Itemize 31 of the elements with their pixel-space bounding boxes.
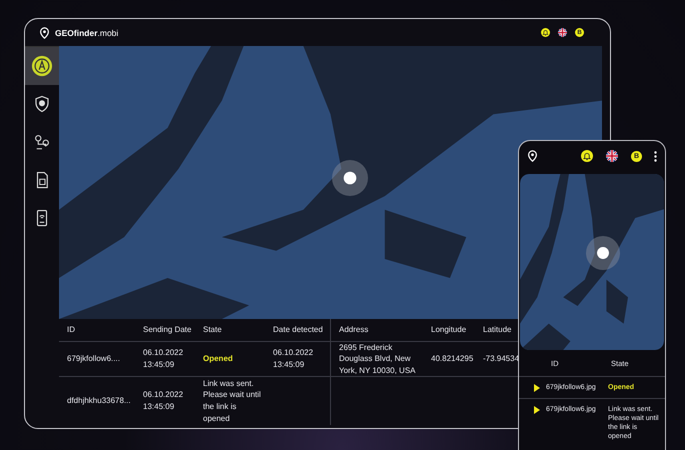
table-cell: 06.10.2022 13:45:09	[265, 342, 331, 377]
state-text: Opened	[195, 342, 265, 377]
column-header: Longitude	[423, 319, 475, 342]
table-cell: 679jkfollow6....	[59, 342, 135, 377]
table-cell-text: 06.10.2022 13:45:09	[142, 389, 184, 413]
column-header: Date detected	[265, 319, 331, 342]
uk-flag-icon[interactable]	[558, 28, 567, 37]
table-cell: 40.8214295	[423, 342, 475, 377]
notification-bell-icon[interactable]	[541, 28, 550, 37]
column-header: Sending Date	[135, 319, 195, 342]
table-cell: 2695 Frederick Douglass Blvd, New York, NY 10030, USA	[331, 342, 423, 377]
uk-flag-icon[interactable]	[606, 150, 618, 162]
location-marker-icon	[332, 160, 368, 196]
play-icon[interactable]	[534, 384, 540, 392]
location-pin-icon	[527, 150, 538, 162]
notification-bell-icon[interactable]	[581, 150, 593, 162]
column-header: State	[195, 319, 265, 342]
location-marker-icon	[586, 236, 620, 270]
brand-logo[interactable]: GEOfinder.mobi	[55, 28, 118, 38]
location-pin-icon	[39, 26, 50, 38]
compass-badge-icon	[31, 55, 53, 77]
play-icon[interactable]	[534, 406, 540, 414]
more-menu-icon[interactable]	[654, 150, 657, 162]
table-cell: 06.10.2022 13:45:09	[135, 342, 195, 377]
route-pins-icon	[33, 133, 51, 151]
column-header: Address	[331, 319, 423, 342]
sidebar-item[interactable]	[25, 47, 59, 85]
state-text: Link was sent. Please wait until the link is opened	[202, 378, 262, 425]
column-header: ID	[59, 319, 135, 342]
shield-user-icon	[33, 95, 51, 113]
table-cell-text: dfdhjhkhu33678...	[66, 395, 132, 408]
